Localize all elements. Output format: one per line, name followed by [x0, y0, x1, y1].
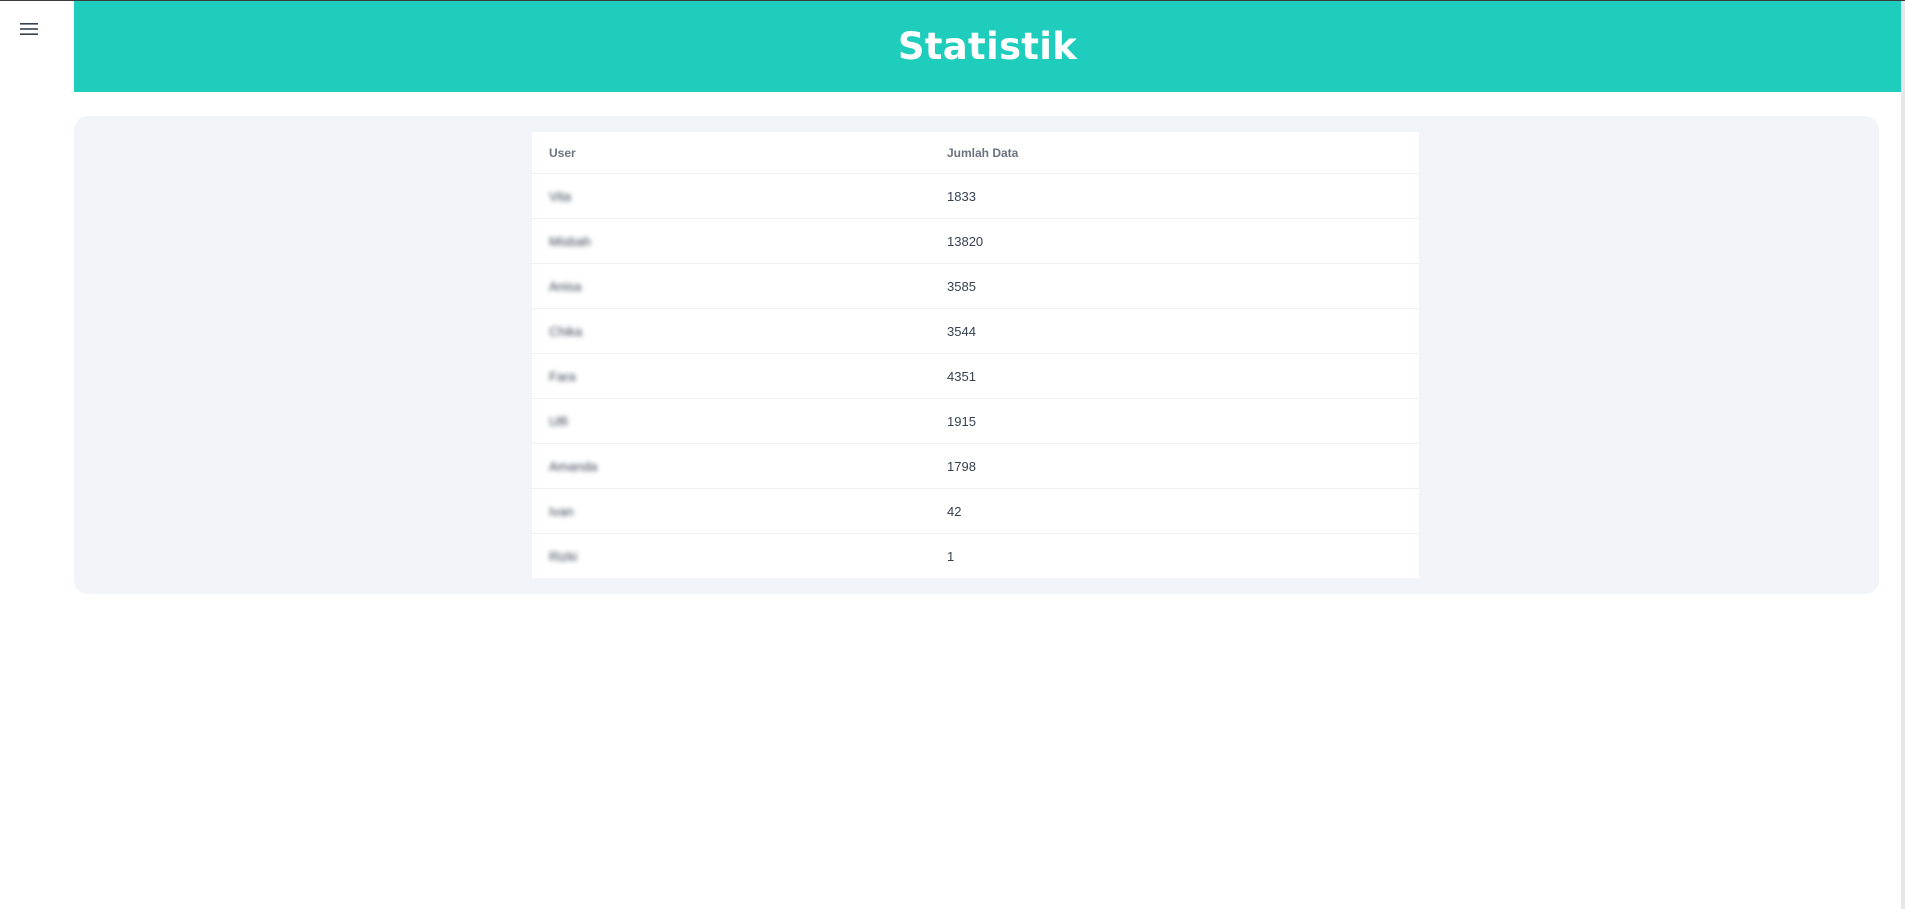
- user-cell: Anisa: [532, 263, 930, 309]
- table-row: Rizki 1: [532, 534, 1419, 579]
- count-cell: 1: [947, 548, 955, 564]
- user-cell: Chika: [532, 308, 930, 354]
- user-cell: Amanda: [532, 443, 930, 489]
- table-row: Anisa 3585: [532, 263, 1419, 309]
- table-row: Misbah 13820: [532, 218, 1419, 264]
- column-header-jumlah-data: Jumlah Data: [930, 132, 1419, 174]
- user-cell: Ulfi: [532, 398, 930, 444]
- table-row: Ulfi 1915: [532, 398, 1419, 444]
- statistics-panel: User Jumlah Data Vita 1833 Misbah 13820 …: [74, 116, 1879, 594]
- count-cell: 3544: [930, 308, 1419, 354]
- page-title: Statistik: [897, 25, 1078, 68]
- count-cell: 4351: [930, 353, 1419, 399]
- statistics-table: User Jumlah Data Vita 1833 Misbah 13820 …: [532, 132, 1419, 578]
- count-cell: 1833: [930, 173, 1419, 219]
- table-row: Fara 4351: [532, 353, 1419, 399]
- page-header: Statistik: [74, 1, 1901, 92]
- hamburger-menu-icon: [20, 23, 38, 35]
- table-row: Vita 1833: [532, 173, 1419, 219]
- count-cell: 3585: [930, 263, 1419, 309]
- count-cell: 42: [930, 488, 1419, 534]
- user-cell: Ivan: [532, 488, 930, 534]
- table-header-row: User Jumlah Data: [532, 132, 1419, 174]
- user-cell: Misbah: [532, 218, 930, 264]
- user-cell: Fara: [532, 353, 930, 399]
- count-cell: 1915: [930, 398, 1419, 444]
- menu-button[interactable]: [14, 14, 44, 44]
- table-row: Amanda 1798: [532, 443, 1419, 489]
- user-cell: Rizki: [549, 548, 578, 564]
- table-row: Ivan 42: [532, 488, 1419, 534]
- user-cell: Vita: [532, 173, 930, 219]
- page-scrollbar[interactable]: [1901, 1, 1905, 909]
- table-row: Chika 3544: [532, 308, 1419, 354]
- column-header-user: User: [532, 132, 930, 174]
- count-cell: 1798: [930, 443, 1419, 489]
- count-cell: 13820: [930, 218, 1419, 264]
